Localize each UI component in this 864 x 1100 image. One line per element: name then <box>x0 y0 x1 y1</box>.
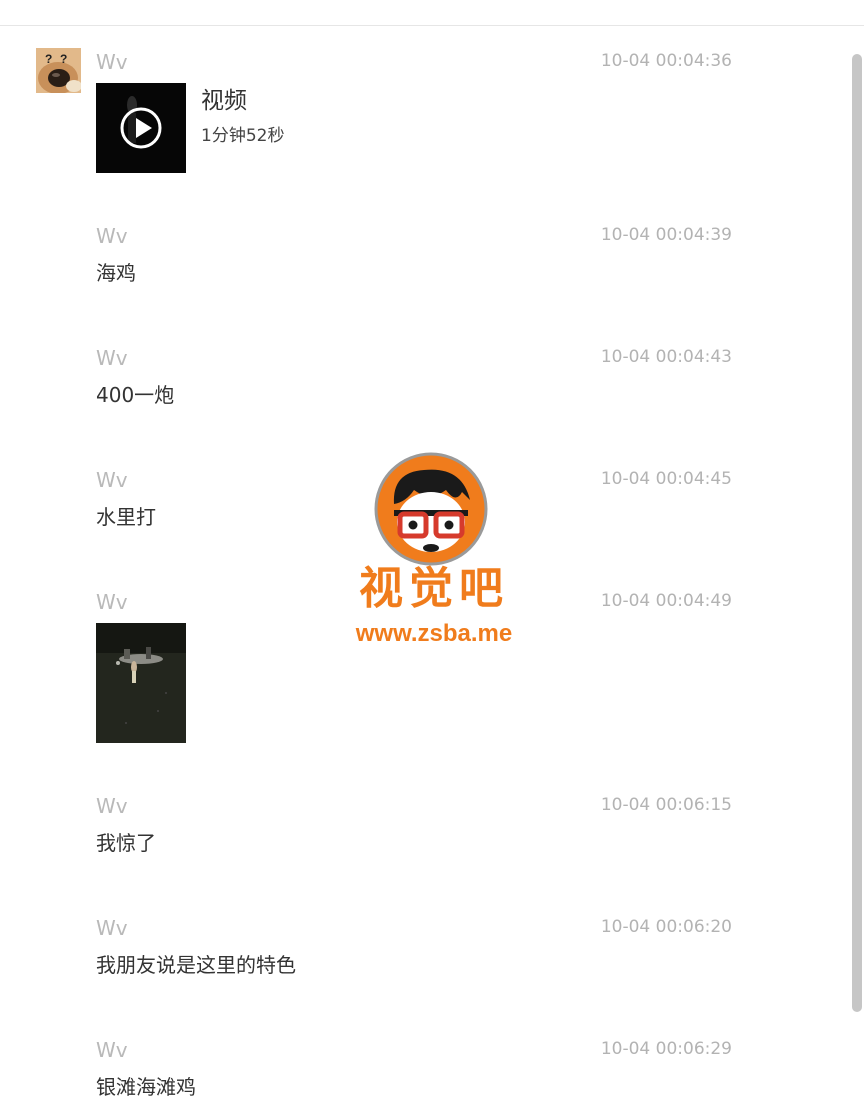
watermark-url: www.zsba.me <box>355 620 513 647</box>
video-thumbnail[interactable] <box>96 83 186 173</box>
watermark: 视觉吧 www.zsba.me <box>334 452 534 652</box>
message-item: Wv 10-04 00:06:29 银滩海滩鸡 <box>96 1038 736 1100</box>
watermark-logo-icon <box>374 452 488 566</box>
sender-name: Wv <box>96 916 128 940</box>
chat-history-window: ? ? Wv 10-04 00:04:36 视频 1分钟52秒 Wv 10-04… <box>0 0 864 1100</box>
sender-name: Wv <box>96 1038 128 1062</box>
message-text: 水里打 <box>96 505 156 529</box>
message-text: 银滩海滩鸡 <box>96 1075 196 1099</box>
message-time: 10-04 00:06:15 <box>600 795 732 815</box>
video-title: 视频 <box>201 88 247 114</box>
svg-text:?: ? <box>45 52 52 66</box>
message-text: 400一炮 <box>96 383 175 407</box>
svg-text:?: ? <box>60 52 67 66</box>
message-time: 10-04 00:06:29 <box>600 1039 732 1059</box>
sender-name: Wv <box>96 468 128 492</box>
dog-avatar-icon[interactable]: ? ? <box>36 48 81 93</box>
message-time: 10-04 00:04:49 <box>600 591 732 611</box>
message-item: Wv 10-04 00:04:36 视频 1分钟52秒 <box>96 50 736 180</box>
message-time: 10-04 00:04:43 <box>600 347 732 367</box>
message-text: 我朋友说是这里的特色 <box>96 953 296 977</box>
scrollbar-track[interactable] <box>850 26 864 1100</box>
sender-name: Wv <box>96 50 128 74</box>
message-time: 10-04 00:04:36 <box>600 51 732 71</box>
message-text: 海鸡 <box>96 261 136 285</box>
sender-name: Wv <box>96 224 128 248</box>
sender-name: Wv <box>96 590 128 614</box>
photo-thumbnail[interactable] <box>96 623 186 743</box>
message-time: 10-04 00:04:45 <box>600 469 732 489</box>
sender-name: Wv <box>96 346 128 370</box>
top-divider <box>0 25 864 26</box>
message-item: Wv 10-04 00:04:39 海鸡 <box>96 224 736 294</box>
message-time: 10-04 00:04:39 <box>600 225 732 245</box>
watermark-title: 视觉吧 <box>359 563 509 614</box>
message-item: Wv 10-04 00:06:20 我朋友说是这里的特色 <box>96 916 736 986</box>
sender-name: Wv <box>96 794 128 818</box>
message-time: 10-04 00:06:20 <box>600 917 732 937</box>
message-item: Wv 10-04 00:04:43 400一炮 <box>96 346 736 416</box>
scrollbar-thumb[interactable] <box>852 54 862 1012</box>
video-duration: 1分钟52秒 <box>201 126 285 146</box>
message-text: 我惊了 <box>96 831 156 855</box>
message-item: Wv 10-04 00:06:15 我惊了 <box>96 794 736 864</box>
